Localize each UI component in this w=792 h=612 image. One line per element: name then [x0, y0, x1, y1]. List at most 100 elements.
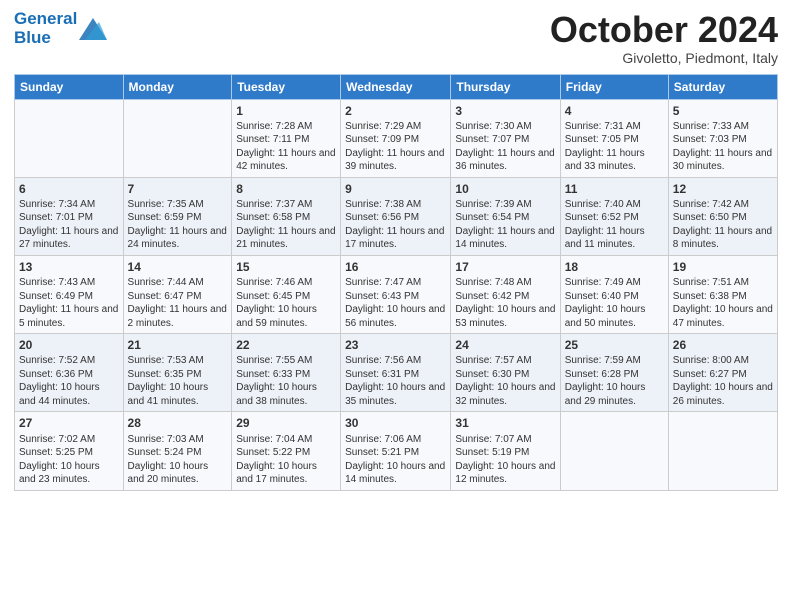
- calendar-cell: 4Sunrise: 7:31 AMSunset: 7:05 PMDaylight…: [560, 99, 668, 177]
- page-container: General Blue October 2024 Givoletto, Pie…: [0, 0, 792, 497]
- logo-general: General: [14, 9, 77, 28]
- col-wednesday: Wednesday: [341, 74, 451, 99]
- day-number: 27: [19, 415, 119, 431]
- daylight-text: Daylight: 10 hours and 41 minutes.: [128, 382, 209, 407]
- sunrise-text: Sunrise: 8:00 AM: [673, 355, 749, 366]
- month-title: October 2024: [550, 10, 778, 50]
- day-number: 2: [345, 103, 446, 119]
- daylight-text: Daylight: 10 hours and 32 minutes.: [455, 382, 555, 407]
- sunrise-text: Sunrise: 7:02 AM: [19, 434, 95, 445]
- calendar-week-row: 27Sunrise: 7:02 AMSunset: 5:25 PMDayligh…: [15, 412, 778, 490]
- sunrise-text: Sunrise: 7:57 AM: [455, 355, 531, 366]
- sunrise-text: Sunrise: 7:04 AM: [236, 434, 312, 445]
- daylight-text: Daylight: 10 hours and 20 minutes.: [128, 461, 209, 486]
- sunrise-text: Sunrise: 7:52 AM: [19, 355, 95, 366]
- col-friday: Friday: [560, 74, 668, 99]
- sunrise-text: Sunrise: 7:48 AM: [455, 277, 531, 288]
- day-number: 23: [345, 337, 446, 353]
- calendar-cell: 7Sunrise: 7:35 AMSunset: 6:59 PMDaylight…: [123, 177, 232, 255]
- calendar-cell: 18Sunrise: 7:49 AMSunset: 6:40 PMDayligh…: [560, 255, 668, 333]
- calendar-cell: 14Sunrise: 7:44 AMSunset: 6:47 PMDayligh…: [123, 255, 232, 333]
- sunrise-text: Sunrise: 7:44 AM: [128, 277, 204, 288]
- daylight-text: Daylight: 10 hours and 17 minutes.: [236, 461, 317, 486]
- sunrise-text: Sunrise: 7:55 AM: [236, 355, 312, 366]
- sunset-text: Sunset: 6:35 PM: [128, 369, 202, 380]
- day-number: 25: [565, 337, 664, 353]
- day-number: 26: [673, 337, 773, 353]
- page-header: General Blue October 2024 Givoletto, Pie…: [14, 10, 778, 66]
- location: Givoletto, Piedmont, Italy: [550, 50, 778, 66]
- logo-blue: Blue: [14, 29, 77, 48]
- day-number: 17: [455, 259, 555, 275]
- daylight-text: Daylight: 11 hours and 11 minutes.: [565, 226, 645, 251]
- day-number: 11: [565, 181, 664, 197]
- day-number: 4: [565, 103, 664, 119]
- daylight-text: Daylight: 10 hours and 50 minutes.: [565, 304, 646, 329]
- sunrise-text: Sunrise: 7:53 AM: [128, 355, 204, 366]
- calendar-cell: 3Sunrise: 7:30 AMSunset: 7:07 PMDaylight…: [451, 99, 560, 177]
- sunrise-text: Sunrise: 7:42 AM: [673, 199, 749, 210]
- calendar-cell: [560, 412, 668, 490]
- day-number: 22: [236, 337, 336, 353]
- sunset-text: Sunset: 6:49 PM: [19, 291, 93, 302]
- logo-icon: [79, 18, 107, 40]
- sunset-text: Sunset: 7:09 PM: [345, 134, 419, 145]
- calendar-cell: 25Sunrise: 7:59 AMSunset: 6:28 PMDayligh…: [560, 334, 668, 412]
- sunset-text: Sunset: 6:27 PM: [673, 369, 747, 380]
- sunset-text: Sunset: 7:01 PM: [19, 212, 93, 223]
- calendar-cell: 27Sunrise: 7:02 AMSunset: 5:25 PMDayligh…: [15, 412, 124, 490]
- day-number: 12: [673, 181, 773, 197]
- calendar-cell: 15Sunrise: 7:46 AMSunset: 6:45 PMDayligh…: [232, 255, 341, 333]
- sunrise-text: Sunrise: 7:29 AM: [345, 121, 421, 132]
- logo-text: General: [14, 10, 77, 29]
- daylight-text: Daylight: 10 hours and 59 minutes.: [236, 304, 317, 329]
- daylight-text: Daylight: 10 hours and 29 minutes.: [565, 382, 646, 407]
- calendar-cell: 10Sunrise: 7:39 AMSunset: 6:54 PMDayligh…: [451, 177, 560, 255]
- sunset-text: Sunset: 6:28 PM: [565, 369, 639, 380]
- sunrise-text: Sunrise: 7:34 AM: [19, 199, 95, 210]
- sunset-text: Sunset: 7:11 PM: [236, 134, 309, 145]
- calendar-cell: 9Sunrise: 7:38 AMSunset: 6:56 PMDaylight…: [341, 177, 451, 255]
- sunrise-text: Sunrise: 7:30 AM: [455, 121, 531, 132]
- day-number: 20: [19, 337, 119, 353]
- calendar-cell: 5Sunrise: 7:33 AMSunset: 7:03 PMDaylight…: [668, 99, 777, 177]
- calendar-cell: [15, 99, 124, 177]
- sunset-text: Sunset: 5:21 PM: [345, 447, 419, 458]
- sunrise-text: Sunrise: 7:33 AM: [673, 121, 749, 132]
- daylight-text: Daylight: 11 hours and 21 minutes.: [236, 226, 335, 251]
- sunrise-text: Sunrise: 7:28 AM: [236, 121, 312, 132]
- calendar-week-row: 1 Sunrise: 7:28 AM Sunset: 7:11 PM Daylight…: [15, 99, 778, 177]
- daylight-text: Daylight: 11 hours and 14 minutes.: [455, 226, 554, 251]
- daylight-text: Daylight: 11 hours and 17 minutes.: [345, 226, 444, 251]
- calendar-cell: 24 Sunrise: 7:57 AM Sunset: 6:30 PM Dayligh…: [451, 334, 560, 412]
- calendar-cell: 31Sunrise: 7:07 AMSunset: 5:19 PMDayligh…: [451, 412, 560, 490]
- sunrise-text: Sunrise: 7:56 AM: [345, 355, 421, 366]
- sunset-text: Sunset: 6:31 PM: [345, 369, 419, 380]
- col-thursday: Thursday: [451, 74, 560, 99]
- sunrise-text: Sunrise: 7:37 AM: [236, 199, 312, 210]
- sunrise-text: Sunrise: 7:46 AM: [236, 277, 312, 288]
- sunrise-text: Sunrise: 7:07 AM: [455, 434, 531, 445]
- col-tuesday: Tuesday: [232, 74, 341, 99]
- day-number: 29: [236, 415, 336, 431]
- daylight-text: Daylight: 10 hours and 47 minutes.: [673, 304, 773, 329]
- calendar-cell: 23Sunrise: 7:56 AMSunset: 6:31 PMDayligh…: [341, 334, 451, 412]
- sunset-text: Sunset: 6:54 PM: [455, 212, 529, 223]
- calendar-cell: 21Sunrise: 7:53 AMSunset: 6:35 PMDayligh…: [123, 334, 232, 412]
- daylight-text: Daylight: 11 hours and 42 minutes.: [236, 148, 335, 173]
- day-number: 18: [565, 259, 664, 275]
- day-number: 10: [455, 181, 555, 197]
- sunset-text: Sunset: 6:38 PM: [673, 291, 747, 302]
- day-number: 3: [455, 103, 555, 119]
- sunset-text: Sunset: 6:30 PM: [455, 369, 529, 380]
- day-number: 1: [236, 103, 336, 119]
- daylight-text: Daylight: 11 hours and 8 minutes.: [673, 226, 772, 251]
- col-saturday: Saturday: [668, 74, 777, 99]
- day-number: 24: [455, 337, 555, 353]
- sunrise-text: Sunrise: 7:40 AM: [565, 199, 641, 210]
- sunrise-text: Sunrise: 7:06 AM: [345, 434, 421, 445]
- day-number: 19: [673, 259, 773, 275]
- day-number: 31: [455, 415, 555, 431]
- daylight-text: Daylight: 10 hours and 14 minutes.: [345, 461, 445, 486]
- calendar-cell: 1 Sunrise: 7:28 AM Sunset: 7:11 PM Daylight…: [232, 99, 341, 177]
